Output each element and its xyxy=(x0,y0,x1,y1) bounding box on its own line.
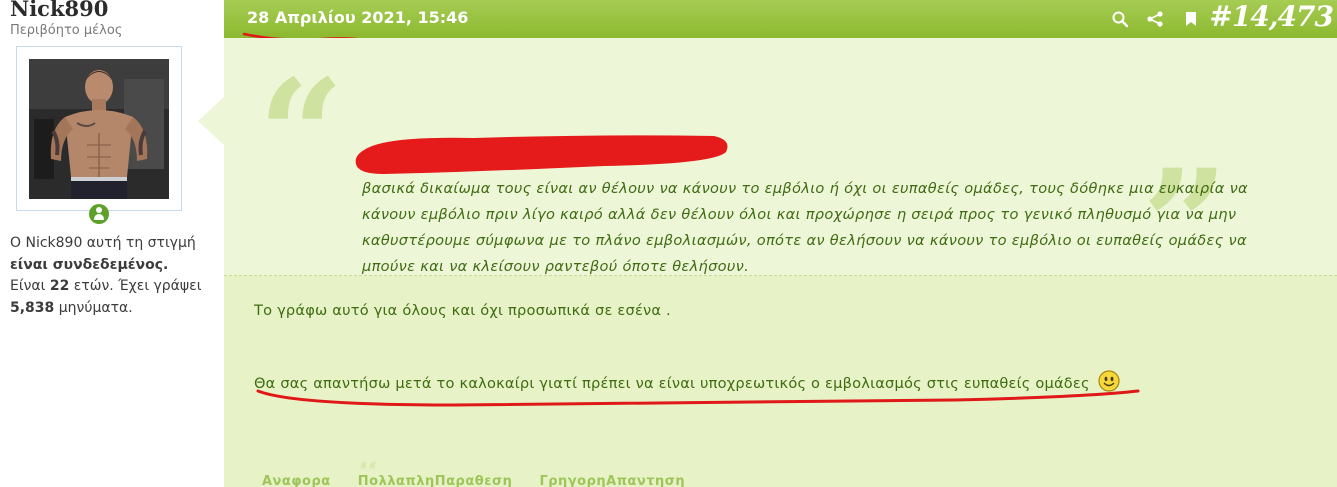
user-info: Ο Nick890 αυτή τη στιγμή είναι συνδεδεμέ… xyxy=(10,233,215,319)
report-button[interactable]: Αναφορα xyxy=(262,462,331,487)
post-number-link[interactable]: #14,473 xyxy=(1209,0,1334,33)
post: 28 Απριλίου 2021, 15:46 #14,473 “ ” βασι… xyxy=(224,0,1337,487)
age-prefix: Είναι xyxy=(10,278,46,294)
age-suffix: ετών. xyxy=(73,278,114,294)
status-online: είναι συνδεδεμένος. xyxy=(10,256,169,273)
bookmark-icon[interactable] xyxy=(1182,10,1200,28)
share-icon[interactable] xyxy=(1146,10,1164,28)
message-line-1: Το γράφω αυτό για όλους και όχι προσωπικ… xyxy=(254,302,671,319)
quote-text: βασικά δικαίωμα τους είναι αν θέλουν να … xyxy=(362,180,1248,275)
quick-reply-button[interactable]: ΓρηγορηΑπαντηση xyxy=(539,462,685,487)
online-status-icon xyxy=(89,204,109,224)
user-age: 22 xyxy=(49,278,70,294)
posts-prefix: Έχει γράψει xyxy=(118,278,202,294)
quote-open-icon: “ xyxy=(258,47,345,223)
username[interactable]: Nick890 xyxy=(10,0,108,21)
quick-reply-label: ΓρηγορηΑπαντηση xyxy=(539,474,686,487)
user-panel: Nick890 Περιβόητο μέλος Ο Nick890 αυτή τ… xyxy=(0,0,222,487)
avatar[interactable] xyxy=(16,46,182,211)
multi-quote-label: ΠολλαπληΠαραθεση xyxy=(357,474,513,487)
post-actions: Αναφορα “ ΠολλαπληΠαραθεση ΓρηγορηΑπαντη… xyxy=(262,462,707,487)
post-count: 5,838 xyxy=(10,299,55,316)
post-date: 28 Απριλίου 2021, 15:46 xyxy=(247,8,469,27)
user-title: Περιβόητο μέλος xyxy=(10,23,123,38)
post-header: 28 Απριλίου 2021, 15:46 #14,473 xyxy=(224,0,1337,43)
report-label: Αναφορα xyxy=(262,474,331,487)
search-icon[interactable] xyxy=(1111,10,1129,28)
status-prefix: Ο Nick890 αυτή τη στιγμή xyxy=(10,235,196,251)
post-pointer-arrow xyxy=(198,97,224,145)
posts-suffix: μηνύματα. xyxy=(58,299,133,316)
redaction-mark xyxy=(355,135,728,174)
multi-quote-button[interactable]: “ ΠολλαπληΠαραθεση xyxy=(358,462,513,487)
quote-block: “ ” βασικά δικαίωμα τους είναι αν θέλουν… xyxy=(224,38,1337,300)
annotation-underline-message xyxy=(256,389,1140,407)
avatar-image[interactable] xyxy=(29,59,169,199)
